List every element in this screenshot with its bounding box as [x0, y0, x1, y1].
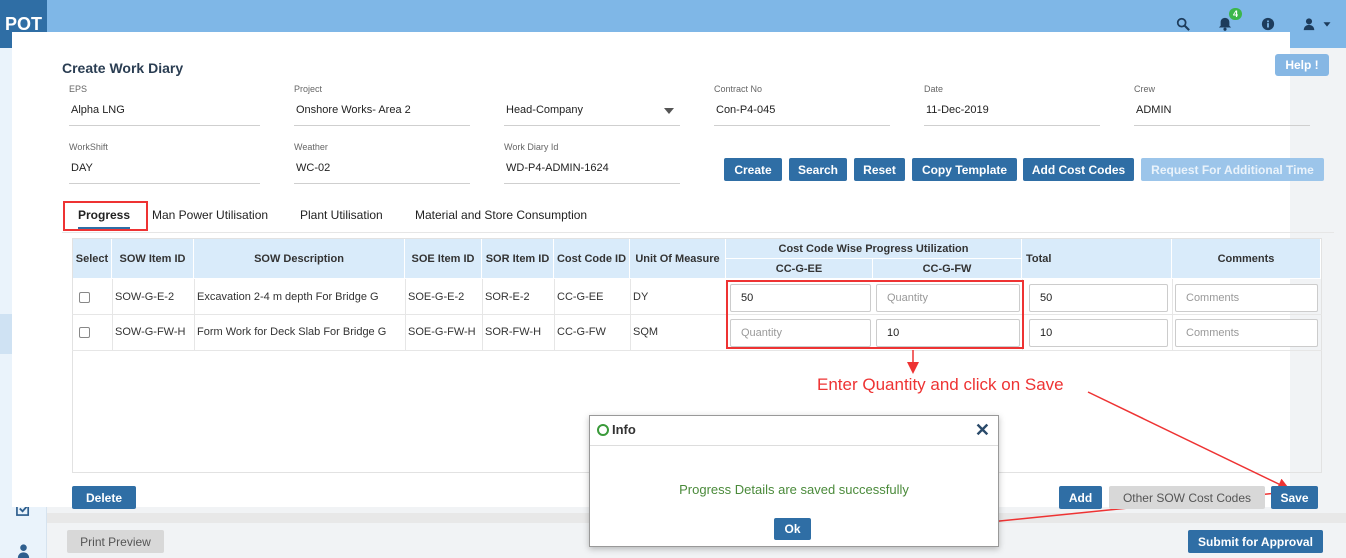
dialog-header: Info ✕: [590, 416, 998, 446]
arrow-to-save: [1087, 391, 1290, 490]
close-icon[interactable]: ✕: [975, 420, 990, 441]
other-sow-button[interactable]: Other SOW Cost Codes: [1109, 486, 1265, 509]
ok-button[interactable]: Ok: [774, 518, 811, 540]
dialog-title: Info: [612, 422, 636, 437]
submit-approval-button[interactable]: Submit for Approval: [1188, 530, 1323, 553]
annotation-text: Enter Quantity and click on Save: [817, 375, 1064, 394]
save-button[interactable]: Save: [1271, 486, 1318, 509]
check-circle-icon: [597, 424, 609, 436]
add-button[interactable]: Add: [1059, 486, 1102, 509]
delete-button[interactable]: Delete: [72, 486, 136, 509]
print-preview-button[interactable]: Print Preview: [67, 530, 164, 553]
dialog-message: Progress Details are saved successfully: [679, 482, 909, 497]
info-dialog: Info ✕ Progress Details are saved succes…: [589, 415, 999, 547]
